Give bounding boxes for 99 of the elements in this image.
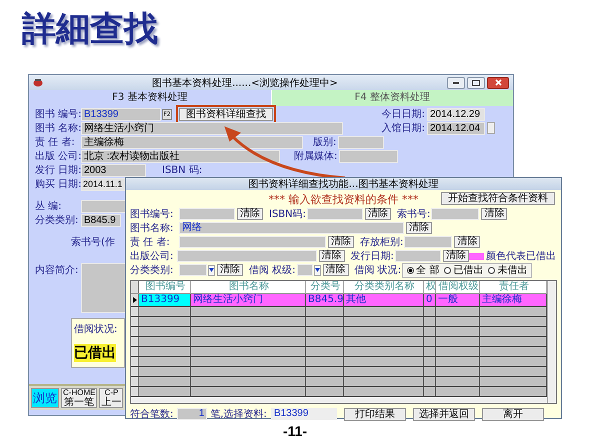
- table-cell: 其他: [344, 294, 424, 306]
- nav-button[interactable]: C-P 上一: [99, 388, 124, 408]
- input-field[interactable]: B13399: [81, 108, 161, 120]
- input-field[interactable]: [338, 136, 384, 148]
- field-label: 分类类别:: [130, 264, 174, 277]
- field-label: 图书编号:: [130, 208, 174, 221]
- table-cell: 网络生活小窍门: [191, 294, 306, 306]
- field-label: 索书号(作: [71, 236, 115, 249]
- field-label: 图书 名称:: [35, 122, 79, 135]
- field-label: 入馆日期:: [382, 122, 425, 135]
- dialog-button[interactable]: 选择并返回: [412, 408, 475, 420]
- input-field[interactable]: [307, 208, 364, 220]
- field-label: 附属媒体:: [294, 150, 338, 163]
- page-number: -11-: [282, 423, 308, 439]
- field-label: 责 任 者:: [35, 136, 76, 149]
- field-label: 索书号:: [397, 208, 430, 221]
- clear-button[interactable]: 清除: [328, 236, 354, 248]
- window-title: 图书基本资料处理......<浏览操作处理中>: [151, 76, 339, 90]
- dropdown-button[interactable]: [208, 264, 215, 276]
- table-cell: 主编徐梅: [480, 294, 547, 306]
- slide-title: 詳細查找: [22, 8, 158, 51]
- field-label: 购买 日期:: [35, 178, 79, 191]
- close-button[interactable]: [487, 76, 509, 88]
- input-field[interactable]: [179, 236, 326, 248]
- count-field: 1: [177, 408, 208, 420]
- close-icon: [494, 79, 502, 86]
- field-label: 今日日期:: [382, 108, 425, 121]
- input-field[interactable]: 2014.12.29: [427, 108, 485, 120]
- window-title: 图书资料详细查找功能...图书基本资料处理: [248, 178, 440, 191]
- input-field[interactable]: [296, 264, 313, 276]
- radio-option[interactable]: 已借出: [444, 263, 484, 277]
- field-label: 存放柜别:: [360, 236, 404, 249]
- dialog-button[interactable]: 离开: [482, 408, 544, 420]
- table-cell: B845.9: [306, 294, 344, 306]
- field-label: 出版 公司:: [35, 150, 79, 163]
- field-label: 图书 编号:: [35, 108, 79, 121]
- dialog-heading: *** 输入欲查找资料的条件 ***: [268, 192, 418, 206]
- clear-button[interactable]: 清除: [318, 250, 345, 262]
- field-label: 借阅 状况:: [354, 264, 402, 277]
- input-field[interactable]: 网络: [179, 222, 404, 234]
- nav-button[interactable]: 浏览: [31, 388, 59, 408]
- clear-button[interactable]: 清除: [406, 222, 432, 234]
- horizontal-scrollbar[interactable]: [131, 397, 547, 403]
- detail-search-button[interactable]: 图书资料详细查找: [179, 108, 273, 120]
- nav-button[interactable]: C-HOME 第一笔: [61, 388, 98, 408]
- field-label: 责 任 者:: [130, 236, 171, 249]
- input-field[interactable]: 网络生活小窍门: [81, 122, 343, 134]
- input-field[interactable]: [339, 150, 398, 162]
- field-label: 丛 编:: [35, 200, 63, 213]
- field-label: 发行日期:: [350, 250, 394, 263]
- input-field[interactable]: [176, 250, 317, 262]
- minimize-button[interactable]: [447, 76, 465, 88]
- input-field[interactable]: 主编徐梅: [81, 136, 303, 148]
- input-field[interactable]: [81, 200, 127, 212]
- spinner-button[interactable]: [487, 122, 495, 134]
- dialog-button[interactable]: 打印结果: [344, 408, 406, 420]
- dropdown-button[interactable]: [314, 264, 321, 276]
- loan-status-label: 借阅状况:: [74, 322, 118, 336]
- input-field[interactable]: 北京 :农村读物出版社: [81, 150, 280, 162]
- app-icon: [33, 78, 43, 87]
- selection-field: B13399: [270, 408, 337, 420]
- field-label: ISBN 码:: [162, 164, 202, 177]
- clear-button[interactable]: 清除: [217, 264, 243, 276]
- radio-option[interactable]: 全 部: [407, 263, 440, 277]
- table-cell: 0: [424, 294, 436, 306]
- field-label: 符合笔数:: [130, 408, 174, 421]
- field-label: 笔,选择资料:: [210, 408, 267, 421]
- field-label: 发行 日期:: [35, 164, 79, 177]
- vertical-scrollbar[interactable]: [547, 281, 556, 403]
- clear-button[interactable]: 清除: [322, 264, 349, 276]
- clear-button[interactable]: 清除: [481, 208, 508, 220]
- field-label: 版别:: [313, 136, 336, 149]
- legend-label: 颜色代表已借出: [486, 250, 556, 263]
- input-field[interactable]: 2003: [81, 164, 146, 176]
- field-label: 借阅 权级:: [249, 264, 296, 277]
- clear-button[interactable]: 清除: [454, 236, 480, 248]
- field-label: 内容简介:: [35, 264, 79, 277]
- input-field[interactable]: [431, 208, 480, 220]
- clear-button[interactable]: 清除: [237, 208, 263, 220]
- input-field[interactable]: 2014.12.04: [427, 122, 485, 134]
- maximize-button[interactable]: [467, 76, 485, 88]
- input-field[interactable]: [404, 236, 452, 248]
- tab[interactable]: F4 整体资料处理: [270, 90, 513, 106]
- field-label: 分类类别:: [35, 214, 79, 227]
- field-label: 图书名称:: [130, 222, 174, 235]
- field-label: ISBN码:: [269, 208, 306, 221]
- input-field[interactable]: [394, 250, 441, 262]
- loan-status-value: 已借出: [74, 344, 116, 362]
- input-field[interactable]: [179, 264, 207, 276]
- clear-button[interactable]: 清除: [365, 208, 392, 220]
- table-cell: B13399: [139, 294, 191, 306]
- radio-option[interactable]: 未借出: [488, 263, 528, 277]
- input-field[interactable]: 2014.11.1: [81, 178, 127, 190]
- table-cell: 一般: [436, 294, 480, 306]
- input-field[interactable]: B845.9: [81, 214, 121, 226]
- input-field[interactable]: [179, 208, 235, 220]
- field-label: 出版公司:: [130, 250, 174, 263]
- clear-button[interactable]: 清除: [442, 250, 469, 262]
- start-search-button[interactable]: 开始查找符合条件资料: [441, 192, 555, 205]
